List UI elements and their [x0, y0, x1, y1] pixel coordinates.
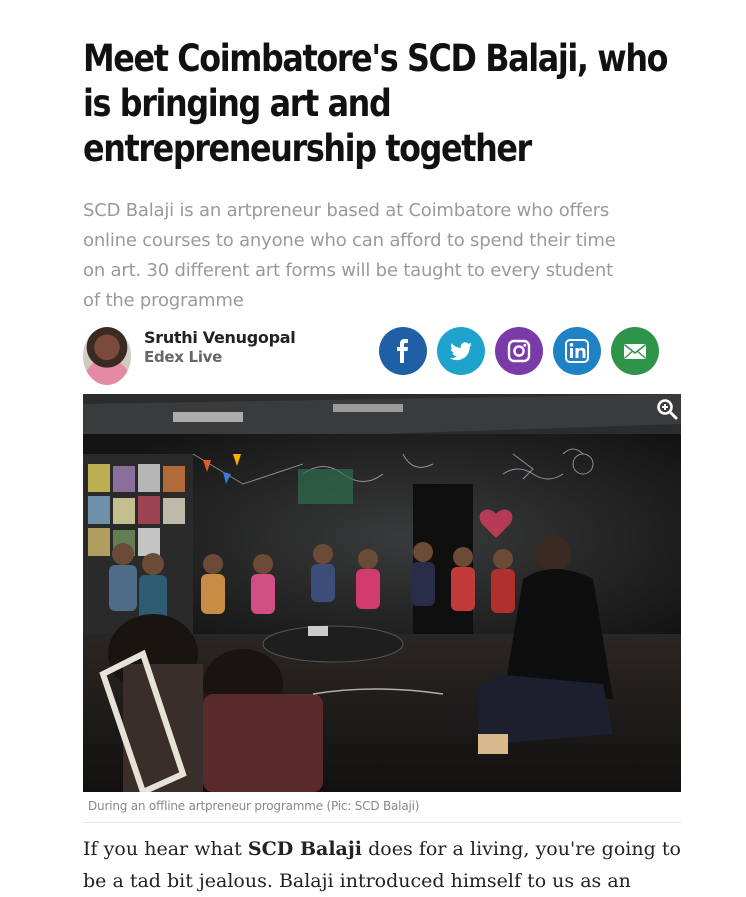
body-lead-bold: SCD Balaji	[247, 838, 362, 860]
article-photo[interactable]	[83, 394, 681, 792]
author-avatar[interactable]	[83, 327, 131, 385]
author-name[interactable]: Sruthi Venugopal	[144, 328, 296, 347]
article-headline: Meet Coimbatore's SCD Balaji, who is bri…	[83, 37, 668, 170]
photo-caption: During an offline artpreneur programme (…	[88, 799, 420, 813]
share-email-button[interactable]	[611, 327, 659, 375]
twitter-icon	[450, 342, 472, 361]
facebook-icon	[397, 339, 408, 363]
instagram-icon	[507, 339, 531, 363]
author-organization: Edex Live	[144, 348, 223, 366]
share-instagram-button[interactable]	[495, 327, 543, 375]
article-summary: SCD Balaji is an artpreneur based at Coi…	[83, 200, 616, 311]
linkedin-icon	[565, 339, 589, 363]
author-row: Sruthi Venugopal Edex Live	[83, 327, 683, 387]
article-body: If you hear what SCD Balaji does for a l…	[83, 833, 681, 897]
body-lead-before: If you hear what	[83, 838, 248, 860]
share-twitter-button[interactable]	[437, 327, 485, 375]
share-linkedin-button[interactable]	[553, 327, 601, 375]
share-facebook-button[interactable]	[379, 327, 427, 375]
workshop-photo	[83, 394, 681, 792]
email-icon	[624, 344, 646, 359]
zoom-in-icon[interactable]	[655, 397, 679, 421]
divider	[83, 822, 681, 823]
